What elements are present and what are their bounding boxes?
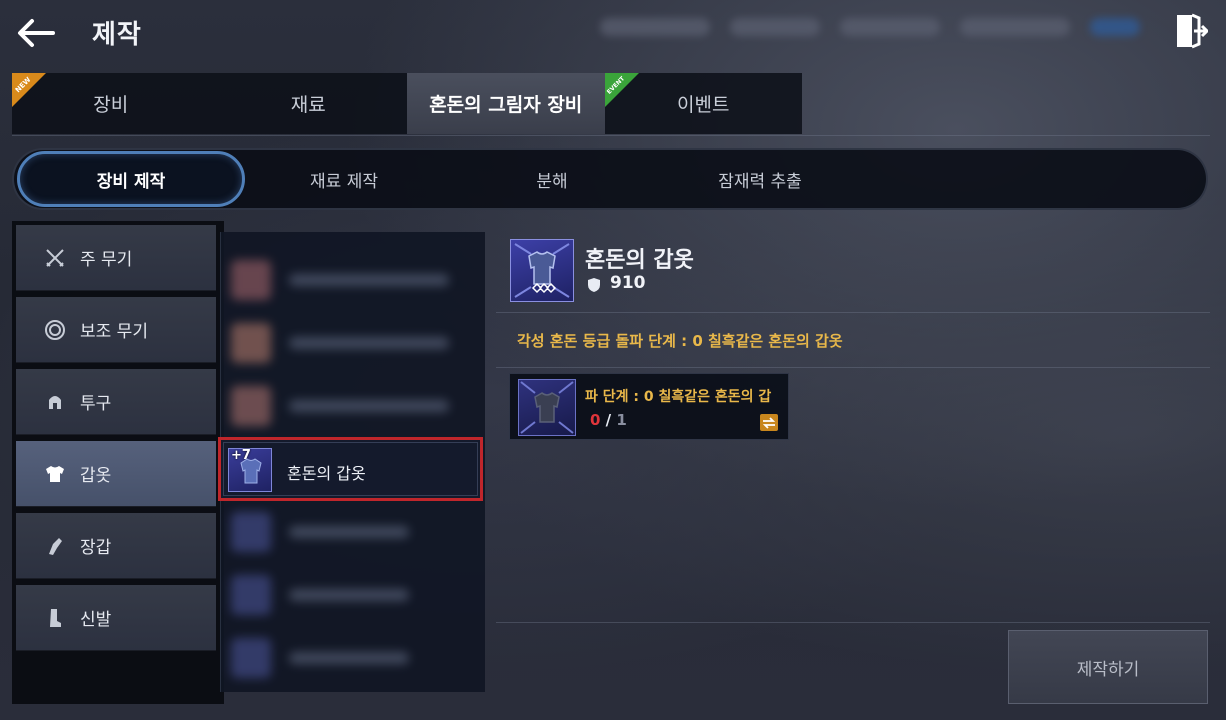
detail-item-name: 혼돈의 갑옷 [585, 248, 694, 273]
exit-door-icon [1177, 13, 1208, 49]
glove-icon [44, 535, 66, 557]
category-label: 장갑 [80, 538, 112, 558]
material-need: 1 [616, 411, 627, 429]
exit-button[interactable] [1170, 10, 1212, 52]
subtab-material-craft[interactable]: 재료 제작 [244, 150, 444, 208]
category-boots[interactable]: 신발 [16, 585, 216, 651]
crossed-swords-icon [44, 247, 66, 269]
category-label: 신발 [80, 610, 112, 630]
subtab-label: 분해 [536, 171, 568, 192]
requirement-text: 각성 혼돈 등급 돌파 단계 : 0 칠흑같은 혼돈의 갑옷 [517, 332, 843, 350]
material-name: 파 단계 : 0 칠흑같은 혼돈의 갑 [585, 389, 772, 405]
tab-event[interactable]: EVENT 이벤트 [604, 73, 803, 134]
back-button[interactable] [12, 12, 58, 54]
subtab-disassemble[interactable]: 분해 [454, 150, 650, 208]
exchange-button[interactable] [760, 414, 778, 431]
material-count: 0 / 1 [590, 411, 627, 429]
material-thumbnail [518, 379, 576, 436]
category-panel: 주 무기 보조 무기 투구 갑옷 장갑 신발 [12, 221, 224, 704]
category-main-weapon[interactable]: 주 무기 [16, 225, 216, 291]
category-sub-weapon[interactable]: 보조 무기 [16, 297, 216, 363]
list-item[interactable] [231, 323, 471, 363]
subtab-equipment-craft[interactable]: 장비 제작 [17, 151, 245, 207]
list-item-selected[interactable]: +7 혼돈의 갑옷 [218, 437, 483, 501]
defense-value: 910 [610, 273, 646, 293]
list-item[interactable] [231, 386, 471, 426]
tab-label: 장비 [93, 94, 129, 116]
divider [12, 135, 1210, 136]
armor-icon [240, 458, 262, 484]
back-arrow-icon [18, 19, 55, 47]
material-have: 0 [590, 411, 601, 429]
top-tab-bar: NEW 장비 재료 혼돈의 그림자 장비 EVENT 이벤트 [12, 73, 802, 134]
category-armor[interactable]: 갑옷 [16, 441, 216, 507]
craft-button-label: 제작하기 [1076, 659, 1140, 680]
tab-label: 이벤트 [677, 94, 730, 116]
list-item[interactable] [231, 575, 471, 615]
armor-icon [44, 463, 66, 485]
material-separator: / [605, 411, 612, 429]
category-gloves[interactable]: 장갑 [16, 513, 216, 579]
subtab-label: 장비 제작 [96, 171, 166, 192]
currency-bar [600, 12, 1140, 42]
page-title: 제작 [92, 20, 142, 50]
category-helmet[interactable]: 투구 [16, 369, 216, 435]
sub-tab-bar: 장비 제작 재료 제작 분해 잠재력 추출 [12, 148, 1208, 210]
tab-label: 혼돈의 그림자 장비 [429, 94, 583, 116]
tab-equipment[interactable]: NEW 장비 [12, 73, 210, 134]
subtab-label: 잠재력 추출 [718, 171, 802, 192]
exchange-icon [762, 416, 776, 429]
ring-icon [44, 319, 66, 341]
craft-button[interactable]: 제작하기 [1008, 630, 1208, 704]
detail-item-thumbnail [510, 239, 574, 302]
category-label: 갑옷 [80, 466, 112, 486]
item-thumbnail: +7 [228, 448, 272, 492]
tab-label: 재료 [290, 94, 326, 116]
list-item[interactable] [231, 260, 471, 300]
shield-icon [587, 277, 601, 293]
material-card[interactable]: 파 단계 : 0 칠흑같은 혼돈의 갑 0 / 1 [509, 373, 789, 440]
list-item[interactable] [231, 512, 471, 552]
tab-materials[interactable]: 재료 [210, 73, 408, 134]
armor-icon [520, 381, 574, 434]
subtab-label: 재료 제작 [310, 171, 378, 192]
divider [496, 312, 1210, 313]
helmet-icon [44, 391, 66, 413]
divider [496, 622, 1210, 623]
divider [496, 367, 1210, 368]
armor-icon [514, 243, 570, 298]
subtab-potential-extract[interactable]: 잠재력 추출 [654, 150, 866, 208]
item-name: 혼돈의 갑옷 [287, 464, 366, 483]
category-label: 보조 무기 [80, 322, 148, 342]
tab-chaos-shadow-equipment[interactable]: 혼돈의 그림자 장비 [407, 73, 605, 134]
boot-icon [44, 607, 66, 629]
list-item[interactable] [231, 638, 471, 678]
category-label: 주 무기 [80, 250, 133, 270]
category-label: 투구 [80, 394, 112, 414]
